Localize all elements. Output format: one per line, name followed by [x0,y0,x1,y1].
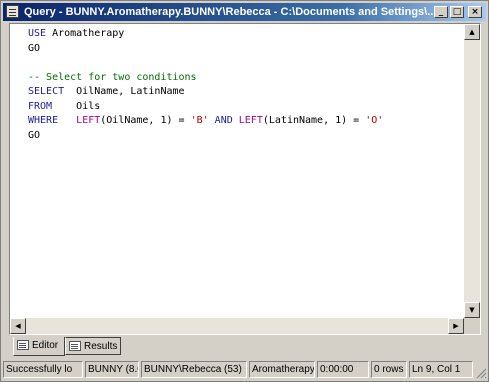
scroll-left-arrow-icon[interactable]: ◀ [10,318,26,334]
status-elapsed-time: 0:00:00 [317,361,369,378]
code-token: 'O' [365,115,384,126]
code-line[interactable]: WHERE LEFT(OilName, 1) = 'B' AND LEFT(La… [28,114,468,129]
minimize-button[interactable]: _ [434,6,448,18]
code-line[interactable]: SELECT OilName, LatinName [28,85,468,100]
resize-grip-icon[interactable] [475,367,487,379]
code-token: LEFT [238,115,263,126]
maximize-button[interactable]: □ [450,6,464,18]
code-token: WHERE [28,115,59,126]
sql-code[interactable]: USE Aromatherapy GO -- Select for two con… [28,27,468,317]
vertical-scrollbar[interactable]: ▲ ▼ [464,24,480,318]
code-token: 'B' [190,115,209,126]
title-bar[interactable]: Query - BUNNY.Aromatherapy.BUNNY\Rebecca… [3,3,486,21]
code-token: -- Select for two conditions [28,71,197,83]
status-cursor-position: Ln 9, Col 1 [409,361,473,378]
code-token: (LatinName, 1) = [262,115,366,126]
status-user: BUNNY\Rebecca (53) [141,361,247,378]
horizontal-scrollbar[interactable]: ◀ ▶ [10,318,464,334]
code-line[interactable]: -- Select for two conditions [28,71,468,86]
status-message: Successfully lo [3,361,83,378]
status-bar: Successfully lo BUNNY (8.0) BUNNY\Rebecc… [3,360,488,380]
pane-tabs: Editor Results [9,337,481,357]
scroll-corner [464,318,480,334]
window-title: Query - BUNNY.Aromatherapy.BUNNY\Rebecca… [24,6,434,18]
tab-results-label: Results [84,341,118,352]
code-line[interactable]: GO [28,129,468,144]
code-token: USE [28,28,47,39]
code-token: Oils [52,100,101,112]
editor-tab-icon [17,340,29,350]
close-button[interactable]: × [468,6,482,18]
tab-results[interactable]: Results [65,337,121,355]
status-server: BUNNY (8.0) [85,361,139,378]
status-row-count: 0 rows [371,361,407,378]
results-grid-icon [69,341,81,351]
tab-editor-label: Editor [32,340,59,351]
code-token: LEFT [76,115,101,126]
code-token: (OilName, 1) = [100,115,191,126]
scroll-right-arrow-icon[interactable]: ▶ [448,318,464,334]
code-token: Aromatherapy [46,28,125,39]
code-token: SELECT [28,86,65,97]
code-line[interactable]: USE Aromatherapy [28,27,468,42]
code-line[interactable] [28,56,468,71]
query-editor[interactable]: USE Aromatherapy GO -- Select for two con… [9,23,481,335]
tab-editor[interactable]: Editor [13,337,65,356]
code-token: AND [214,115,233,126]
status-database: Aromatherapy [249,361,315,378]
code-token: GO [28,129,41,141]
scroll-up-arrow-icon[interactable]: ▲ [464,24,480,40]
code-token: FROM [28,100,53,112]
code-line[interactable]: FROM Oils [28,100,468,115]
scroll-down-arrow-icon[interactable]: ▼ [464,302,480,318]
code-line[interactable]: GO [28,42,468,57]
code-token: GO [28,42,41,54]
code-token: OilName, LatinName [64,86,185,97]
query-window: Query - BUNNY.Aromatherapy.BUNNY\Rebecca… [0,0,489,382]
query-document-icon[interactable] [6,5,19,18]
